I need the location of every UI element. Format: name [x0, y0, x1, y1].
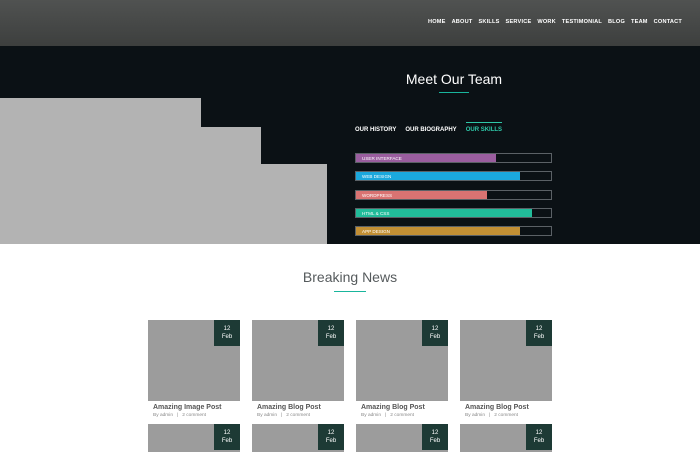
news-card[interactable]: 12 Feb Amazing Blog Post By admin | 2 comme… [460, 320, 552, 421]
card-title[interactable]: Amazing Image Post [153, 404, 235, 411]
author-link[interactable]: admin [472, 413, 485, 418]
meta-separator: | [489, 413, 491, 418]
card-title[interactable]: Amazing Blog Post [257, 404, 339, 411]
nav-blog[interactable]: BLOG [608, 19, 625, 25]
skill-bar: HTML & CSS [355, 207, 552, 218]
date-month: Feb [429, 438, 441, 444]
card-title[interactable]: Amazing Blog Post [361, 404, 443, 411]
author-link[interactable]: admin [368, 413, 381, 418]
date-month: Feb [533, 438, 545, 444]
nav-contact[interactable]: CONTACT [654, 19, 682, 25]
card-meta: By admin | 2 comment [361, 413, 443, 418]
card-info: Amazing Blog Post By admin | 2 comment [356, 401, 448, 421]
meta-separator: | [385, 413, 387, 418]
date-badge: 12 Feb [526, 320, 552, 346]
page: HOME ABOUT SKILLS SERVICE WORK TESTIMONI… [0, 0, 700, 452]
meta-by: By [257, 413, 263, 418]
skill-label: APP DESIGN [362, 229, 390, 235]
news-title: Breaking News [302, 269, 398, 285]
card-info: Amazing Blog Post By admin | 2 comment [252, 401, 344, 421]
meta-by: By [153, 413, 159, 418]
news-card[interactable]: 12 Feb Amazing Blog Post By admin | 2 comme… [252, 320, 344, 421]
card-title[interactable]: Amazing Blog Post [465, 404, 547, 411]
date-month: Feb [533, 334, 545, 340]
date-badge: 12 Feb [318, 424, 344, 450]
date-day: 12 [535, 430, 543, 436]
skill-bar: APP DESIGN [355, 226, 552, 237]
nav-team[interactable]: TEAM [631, 19, 648, 25]
team-tabs: OUR HISTORY OUR BIOGRAPHY OUR SKILLS [355, 122, 503, 133]
tab-our-skills[interactable]: OUR SKILLS [465, 122, 503, 133]
skill-label: WORDPRESS [362, 192, 393, 198]
comment-link[interactable]: 2 comment [182, 413, 206, 418]
skill-label: USER INTERFACE [362, 156, 402, 161]
team-image-3 [261, 164, 327, 244]
date-month: Feb [221, 334, 233, 340]
date-day: 12 [431, 326, 439, 332]
meta-separator: | [281, 413, 283, 418]
nav-about[interactable]: ABOUT [452, 19, 473, 25]
tab-our-biography[interactable]: OUR BIOGRAPHY [405, 127, 456, 133]
date-day: 12 [327, 430, 335, 436]
date-day: 12 [327, 326, 335, 332]
team-title: Meet Our Team [405, 71, 503, 87]
date-badge: 12 Feb [214, 424, 240, 450]
date-month: Feb [325, 438, 337, 444]
news-card[interactable]: 12 Feb Amazing Blog Post By admin | 2 comme… [356, 320, 448, 421]
nav-skills[interactable]: SKILLS [478, 19, 499, 25]
date-day: 12 [223, 326, 231, 332]
date-badge: 12 Feb [526, 424, 552, 450]
card-meta: By admin | 2 comment [465, 413, 547, 418]
team-image-2 [201, 127, 261, 244]
skill-label: HTML & CSS [362, 210, 390, 216]
nav-work[interactable]: WORK [537, 19, 556, 25]
skills-list: USER INTERFACE WEB DESIGN WORDPRESS HTML… [355, 153, 552, 244]
card-meta: By admin | 2 comment [153, 413, 235, 418]
date-badge: 12 Feb [318, 320, 344, 346]
card-info: Amazing Image Post By admin | 2 comment [148, 401, 240, 421]
team-section: Meet Our Team OUR HISTORY OUR BIOGRAPHY … [0, 46, 700, 244]
skill-bar: WORDPRESS [355, 189, 552, 200]
news-card[interactable]: 12 Feb [252, 424, 344, 452]
author-link[interactable]: admin [160, 413, 173, 418]
date-day: 12 [535, 326, 543, 332]
comment-link[interactable]: 2 comment [286, 413, 310, 418]
date-month: Feb [325, 334, 337, 340]
site-header: HOME ABOUT SKILLS SERVICE WORK TESTIMONI… [0, 0, 700, 46]
date-day: 12 [223, 430, 231, 436]
card-meta: By admin | 2 comment [257, 413, 339, 418]
team-image-1 [0, 98, 201, 244]
comment-link[interactable]: 2 comment [494, 413, 518, 418]
meta-separator: | [177, 413, 179, 418]
tab-our-history[interactable]: OUR HISTORY [355, 127, 396, 133]
main-nav: HOME ABOUT SKILLS SERVICE WORK TESTIMONI… [428, 19, 682, 25]
date-month: Feb [429, 334, 441, 340]
news-card[interactable]: 12 Feb Amazing Image Post By admin | 2 comm… [148, 320, 240, 421]
nav-home[interactable]: HOME [428, 19, 446, 25]
news-card[interactable]: 12 Feb [356, 424, 448, 452]
news-card[interactable]: 12 Feb [148, 424, 240, 452]
meta-by: By [361, 413, 367, 418]
date-badge: 12 Feb [422, 424, 448, 450]
skill-label: WEB DESIGN [362, 174, 392, 180]
news-card[interactable]: 12 Feb [460, 424, 552, 452]
nav-testimonial[interactable]: TESTIMONIAL [562, 19, 602, 25]
title-underline [439, 92, 469, 93]
comment-link[interactable]: 2 comment [390, 413, 414, 418]
date-badge: 12 Feb [214, 320, 240, 346]
date-month: Feb [221, 438, 233, 444]
date-day: 12 [431, 430, 439, 436]
meta-by: By [465, 413, 471, 418]
skill-bar: WEB DESIGN [355, 171, 552, 182]
card-info: Amazing Blog Post By admin | 2 comment [460, 401, 552, 421]
author-link[interactable]: admin [264, 413, 277, 418]
date-badge: 12 Feb [422, 320, 448, 346]
news-title-underline [334, 291, 366, 292]
skill-bar: USER INTERFACE [355, 153, 552, 163]
nav-service[interactable]: SERVICE [506, 19, 532, 25]
